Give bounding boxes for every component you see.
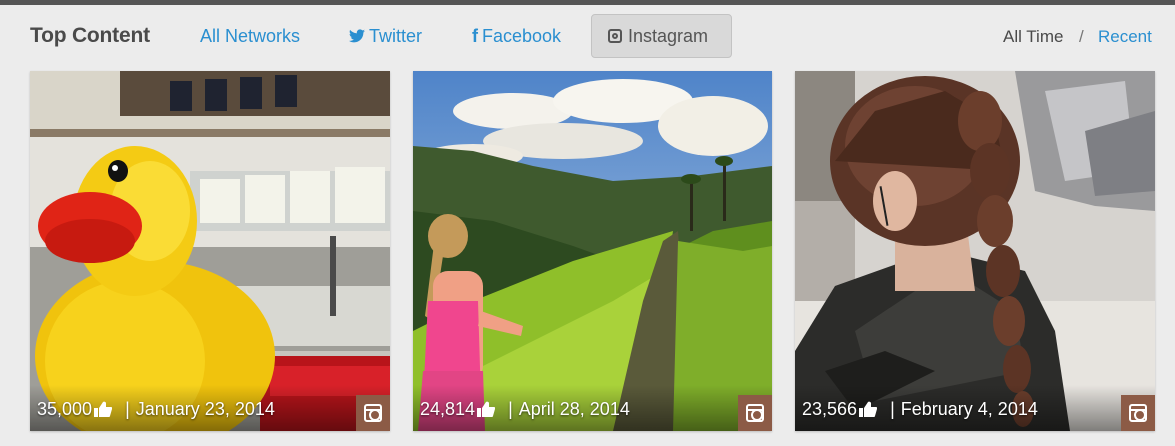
post-date: February 4, 2014: [900, 399, 1038, 419]
page-title: Top Content: [30, 24, 150, 47]
content-card[interactable]: 35,000 | January 23, 2014: [30, 71, 390, 431]
tab-label: All Networks: [200, 26, 301, 46]
post-image-braid: [795, 71, 1155, 431]
tab-instagram[interactable]: Instagram: [591, 14, 732, 58]
post-stats: 35,000 | January 23, 2014: [37, 399, 275, 420]
instagram-icon: [1129, 404, 1147, 422]
filter-recent[interactable]: Recent: [1098, 27, 1152, 47]
twitter-icon: [349, 29, 365, 43]
filter-all-time[interactable]: All Time: [1003, 27, 1063, 47]
post-stats: 23,566 | February 4, 2014: [802, 399, 1038, 420]
post-date: April 28, 2014: [518, 399, 630, 419]
stats-divider: |: [125, 399, 130, 419]
content-header: Top Content All Networks Twitter f Facebo…: [0, 5, 1175, 65]
filter-separator: /: [1079, 27, 1084, 46]
thumbs-up-icon: [859, 401, 878, 417]
thumbs-up-icon: [477, 401, 496, 417]
instagram-badge[interactable]: [738, 395, 772, 431]
post-image-duck: [30, 71, 390, 431]
likes-count: 23,566: [802, 399, 858, 419]
instagram-icon: [746, 404, 764, 422]
instagram-icon: [364, 404, 382, 422]
tab-twitter[interactable]: Twitter: [349, 26, 422, 47]
post-stats: 24,814 | April 28, 2014: [420, 399, 630, 420]
content-card[interactable]: 24,814 | April 28, 2014: [413, 71, 772, 431]
post-image-runner: [413, 71, 772, 431]
tab-all-networks[interactable]: All Networks: [200, 26, 300, 47]
content-card[interactable]: 23,566 | February 4, 2014: [795, 71, 1155, 431]
instagram-icon: [608, 29, 622, 43]
instagram-badge[interactable]: [356, 395, 390, 431]
stats-divider: |: [508, 399, 513, 419]
tab-label: Facebook: [482, 26, 562, 46]
stats-divider: |: [890, 399, 895, 419]
tab-facebook[interactable]: f Facebook: [472, 26, 561, 47]
likes-count: 24,814: [420, 399, 476, 419]
post-date: January 23, 2014: [135, 399, 275, 419]
thumbs-up-icon: [94, 401, 113, 417]
tab-label: Instagram: [628, 26, 709, 46]
facebook-icon: f: [472, 26, 478, 46]
instagram-badge[interactable]: [1121, 395, 1155, 431]
tab-label: Twitter: [369, 26, 423, 46]
likes-count: 35,000: [37, 399, 93, 419]
